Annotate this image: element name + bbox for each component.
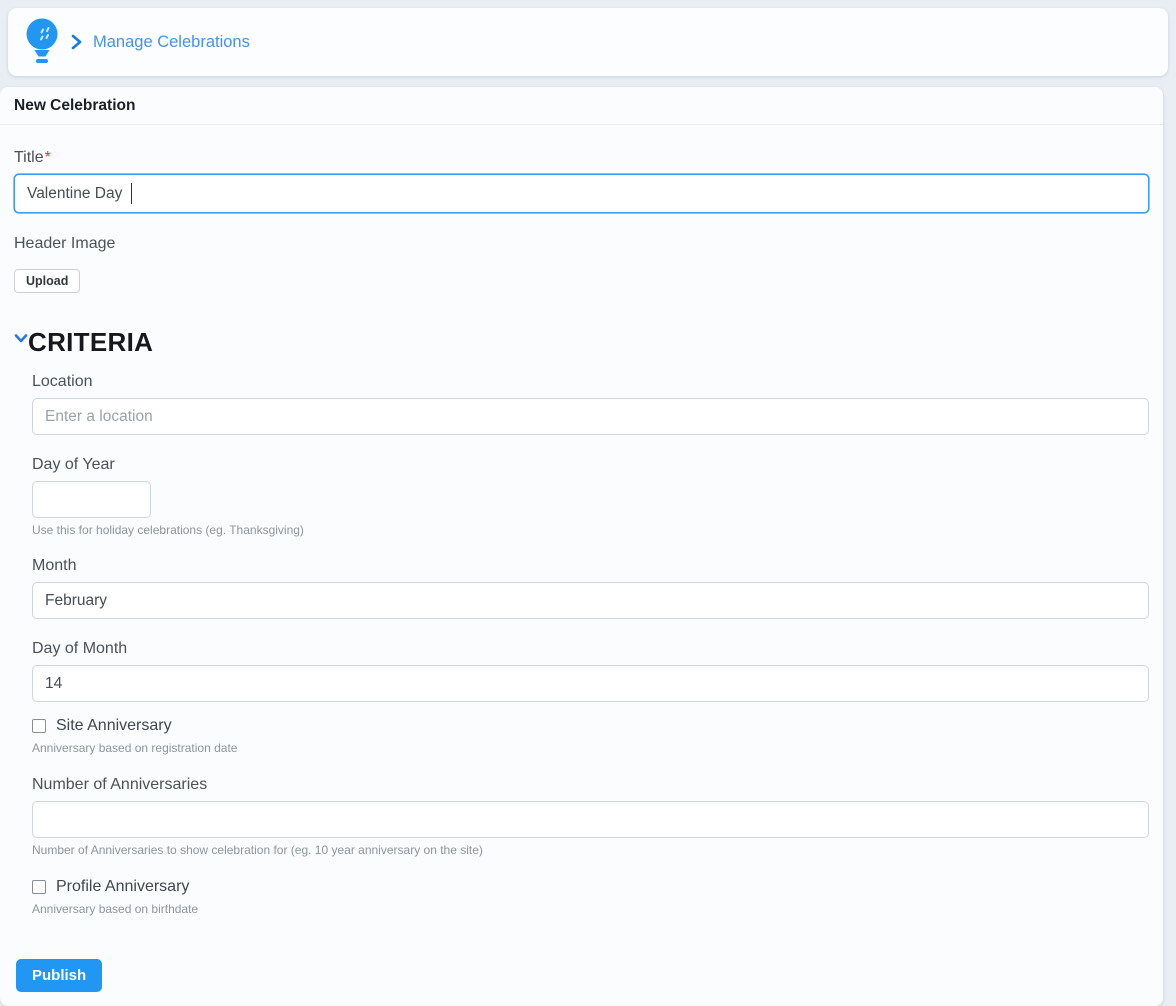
number-of-anniversaries-label: Number of Anniversaries bbox=[32, 776, 208, 793]
number-of-anniversaries-help: Number of Anniversaries to show celebrat… bbox=[32, 843, 483, 857]
balloon-logo-icon[interactable] bbox=[22, 17, 62, 67]
criteria-section-body: Location Day of Year Use this for holida… bbox=[32, 358, 1149, 916]
header-image-label: Header Image bbox=[14, 235, 116, 252]
location-input[interactable] bbox=[32, 398, 1149, 435]
title-label-text: Title bbox=[14, 149, 44, 166]
day-of-month-label: Day of Month bbox=[32, 640, 128, 657]
page-title: New Celebration bbox=[14, 97, 136, 114]
criteria-section-header: CRITERIA bbox=[14, 327, 1149, 358]
new-celebration-card: New Celebration Title* Header Image Uplo… bbox=[0, 87, 1163, 1006]
title-label: Title* bbox=[14, 149, 1149, 167]
celebration-form: Title* Header Image Upload CRITERIA Loca… bbox=[0, 125, 1163, 1006]
publish-button[interactable]: Publish bbox=[16, 959, 103, 992]
required-asterisk: * bbox=[44, 149, 51, 166]
profile-anniversary-label[interactable]: Profile Anniversary bbox=[56, 878, 189, 896]
chevron-down-icon[interactable] bbox=[14, 331, 28, 349]
month-input[interactable] bbox=[32, 582, 1149, 619]
site-anniversary-help: Anniversary based on registration date bbox=[32, 741, 238, 755]
day-of-month-input[interactable] bbox=[32, 665, 1149, 702]
chevron-right-icon bbox=[70, 34, 83, 50]
profile-anniversary-checkbox[interactable] bbox=[32, 880, 46, 894]
month-label: Month bbox=[32, 557, 77, 574]
title-input[interactable] bbox=[14, 174, 1149, 213]
number-of-anniversaries-input[interactable] bbox=[32, 801, 1149, 838]
location-label: Location bbox=[32, 373, 93, 390]
text-caret bbox=[131, 183, 132, 204]
breadcrumb-bar: Manage Celebrations bbox=[8, 8, 1168, 76]
breadcrumb-link-manage-celebrations[interactable]: Manage Celebrations bbox=[93, 33, 250, 52]
profile-anniversary-help: Anniversary based on birthdate bbox=[32, 902, 199, 916]
site-anniversary-row: Site Anniversary bbox=[32, 717, 1149, 735]
criteria-heading[interactable]: CRITERIA bbox=[28, 327, 153, 358]
day-of-year-input[interactable] bbox=[32, 481, 151, 518]
title-input-wrap bbox=[14, 174, 1149, 213]
upload-button[interactable]: Upload bbox=[14, 269, 81, 293]
site-anniversary-checkbox[interactable] bbox=[32, 719, 46, 733]
day-of-year-label: Day of Year bbox=[32, 456, 115, 473]
profile-anniversary-row: Profile Anniversary bbox=[32, 878, 1149, 896]
site-anniversary-label[interactable]: Site Anniversary bbox=[56, 717, 172, 735]
card-header: New Celebration bbox=[0, 87, 1163, 125]
day-of-year-help: Use this for holiday celebrations (eg. T… bbox=[32, 523, 304, 537]
